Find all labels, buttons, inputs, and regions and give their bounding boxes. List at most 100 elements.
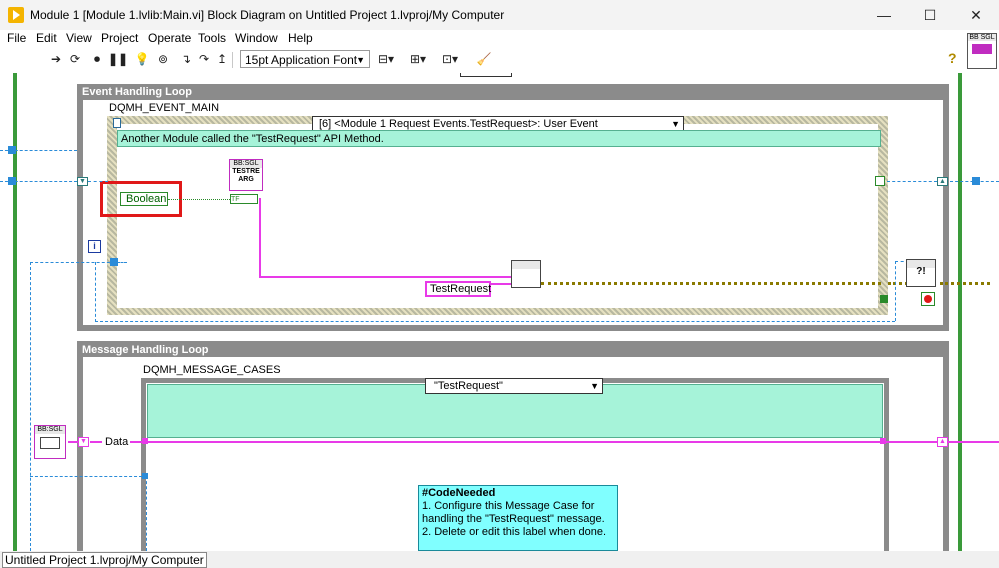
- menu-view[interactable]: View: [66, 31, 92, 45]
- menu-window[interactable]: Window: [235, 31, 278, 45]
- step-out-icon[interactable]: ↥: [214, 51, 230, 67]
- data-wire-left: [68, 441, 78, 443]
- shift-register-left-1: [8, 146, 16, 154]
- data-wire-left-2: [90, 441, 102, 443]
- block-diagram-canvas[interactable]: Event Handling Loop DQMH_EVENT_MAIN [6] …: [0, 73, 999, 551]
- queue-wire-3b: [117, 262, 127, 263]
- clean-up-diagram-icon[interactable]: 🧹: [476, 51, 492, 67]
- event-output-terminal: [875, 176, 885, 186]
- data-shift-register-left: ▼: [78, 437, 89, 447]
- error-wire-inner: [541, 282, 881, 285]
- message-case-selector[interactable]: "TestRequest" ▼: [425, 378, 603, 394]
- enqueue-node-header: [512, 261, 540, 269]
- data-shift-register-right: ▲: [937, 437, 948, 447]
- handle-errors-node[interactable]: ?!: [906, 259, 936, 287]
- toolbar: ➔ ⟳ ⏺ ❚❚ 💡 ⊚ ↴ ↷ ↥: [0, 48, 999, 72]
- context-help-icon[interactable]: ?: [948, 50, 957, 66]
- code-needed-line-2: handling the "TestRequest" message.: [422, 513, 605, 525]
- menu-edit[interactable]: Edit: [36, 31, 57, 45]
- question-icon: ?!: [916, 266, 926, 277]
- message-structure-label: DQMH_MESSAGE_CASES: [143, 364, 281, 376]
- boolean-node[interactable]: Boolean: [120, 192, 168, 206]
- status-project-path: Untitled Project 1.lvproj/My Computer: [2, 552, 207, 568]
- queue-wire-bottom: [95, 321, 895, 322]
- event-terminal-left: [110, 258, 118, 266]
- data-wire-right: [948, 441, 999, 443]
- align-objects-icon[interactable]: ⊟▾: [378, 51, 394, 67]
- shift-register-right-1: ▲: [937, 177, 948, 186]
- testre-arg-text: TESTRE ARG: [232, 168, 260, 183]
- testre-arg-node[interactable]: BB:SGL TESTRE ARG: [229, 159, 263, 191]
- tf-bundle-node[interactable]: TF: [230, 194, 258, 204]
- queue-wire-v1: [95, 262, 96, 322]
- shift-register-right-2: [972, 177, 980, 185]
- run-continuously-icon[interactable]: ⟳: [67, 51, 83, 67]
- testrequest-string-constant[interactable]: TestRequest: [425, 281, 491, 297]
- highlight-execution-icon[interactable]: 💡: [134, 51, 150, 67]
- event-loop-label: Event Handling Loop: [82, 86, 192, 98]
- step-into-icon[interactable]: ↴: [178, 51, 194, 67]
- menu-tools[interactable]: Tools: [198, 31, 226, 45]
- data-label: Data: [105, 436, 129, 448]
- stop-terminal[interactable]: [921, 292, 935, 306]
- toolbar-separator: [232, 52, 233, 68]
- vi-icon: BB SGL: [967, 33, 997, 69]
- arg-wire-horizontal: [259, 276, 511, 278]
- data-wire-main: [130, 441, 940, 443]
- bb-sgl-header: BB:SGL: [35, 426, 65, 434]
- data-tunnel-right: [880, 438, 886, 444]
- timeout-terminal: [113, 118, 121, 128]
- distribute-objects-icon[interactable]: ⊞▾: [410, 51, 426, 67]
- chevron-down-icon: ▼: [671, 119, 680, 129]
- event-structure-interior: [117, 124, 878, 308]
- menu-operate[interactable]: Operate: [148, 31, 191, 45]
- queue-wire-2-right: [887, 181, 937, 182]
- queue-tunnel-left: [142, 473, 148, 479]
- step-over-icon[interactable]: ↷: [196, 51, 212, 67]
- top-node-stub: [460, 73, 512, 77]
- bb-sgl-graphic: [40, 437, 60, 449]
- menu-help[interactable]: Help: [288, 31, 313, 45]
- queue-wire-v2: [30, 262, 31, 551]
- pause-icon[interactable]: ❚❚: [108, 51, 128, 67]
- retain-wire-values-icon[interactable]: ⊚: [155, 51, 171, 67]
- boolean-out-terminal: [880, 295, 888, 303]
- event-comment: Another Module called the "TestRequest" …: [117, 130, 881, 147]
- queue-wire-message-v: [146, 476, 147, 551]
- iteration-terminal: i: [88, 240, 101, 253]
- font-select-value: 15pt Application Font: [245, 53, 358, 67]
- menu-bar: File Edit View Project Operate Tools Win…: [0, 30, 999, 48]
- arg-wire-vertical: [259, 198, 261, 278]
- outer-loop-edge-right: [958, 73, 962, 551]
- shift-register-left-2: [8, 177, 16, 185]
- code-needed-title: #CodeNeeded: [422, 487, 496, 499]
- enqueue-message-node[interactable]: [511, 260, 541, 288]
- message-loop-label: Message Handling Loop: [82, 344, 209, 356]
- data-tunnel-left: [142, 438, 148, 444]
- error-wire-out: [888, 282, 908, 285]
- event-case-selector-text: [6] <Module 1 Request Events.TestRequest…: [319, 118, 598, 130]
- font-select[interactable]: 15pt Application Font ▼: [240, 50, 370, 68]
- run-arrow-icon[interactable]: ➔: [48, 51, 64, 67]
- minimize-button[interactable]: —: [861, 0, 907, 30]
- error-wire-right: [940, 282, 990, 285]
- chevron-down-icon: ▼: [356, 55, 365, 65]
- close-button[interactable]: ✕: [953, 0, 999, 30]
- chevron-down-icon: ▼: [590, 381, 599, 391]
- testre-arg-header: BB:SGL: [230, 160, 262, 168]
- event-structure-label: DQMH_EVENT_MAIN: [109, 102, 220, 114]
- resize-objects-icon[interactable]: ⊡▾: [442, 51, 458, 67]
- shift-register-left-3: ▼: [77, 177, 88, 186]
- window-title: Module 1 [Module 1.lvlib:Main.vi] Block …: [30, 8, 505, 22]
- menu-project[interactable]: Project: [101, 31, 138, 45]
- code-needed-line-1: 1. Configure this Message Case for: [422, 500, 595, 512]
- maximize-button[interactable]: ☐: [907, 0, 953, 30]
- stop-icon: [924, 295, 932, 303]
- boolean-wire: [168, 199, 230, 200]
- menu-file[interactable]: File: [7, 31, 26, 45]
- bb-sgl-node[interactable]: BB:SGL: [34, 425, 66, 459]
- code-needed-line-3: 2. Delete or edit this label when done.: [422, 526, 607, 538]
- queue-wire-message: [30, 476, 142, 477]
- code-needed-comment[interactable]: #CodeNeeded 1. Configure this Message Ca…: [418, 485, 618, 551]
- abort-icon[interactable]: ⏺: [89, 51, 105, 67]
